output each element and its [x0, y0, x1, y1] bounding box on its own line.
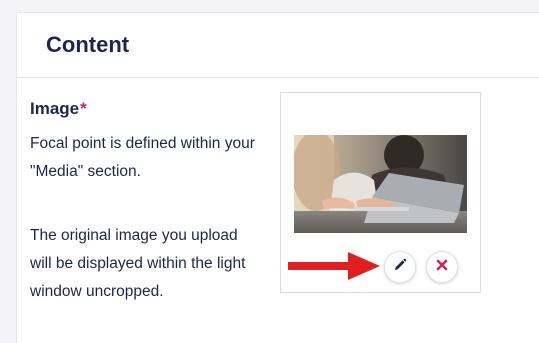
- field-help-text-focal-point: Focal point is defined within your "Medi…: [30, 135, 255, 180]
- field-label-text: Image: [30, 99, 80, 118]
- annotation-arrow-icon: [288, 252, 380, 280]
- edit-image-button[interactable]: [384, 251, 416, 283]
- panel-title: Content: [46, 32, 130, 57]
- remove-image-button[interactable]: [426, 251, 458, 283]
- image-field-label: Image*: [30, 99, 87, 119]
- close-icon: [436, 258, 448, 276]
- pencil-icon: [393, 258, 407, 277]
- required-marker: *: [80, 99, 87, 118]
- field-help-text-original-image: The original image you upload will be di…: [30, 227, 246, 300]
- panel-header: Content: [17, 13, 539, 78]
- image-thumbnail[interactable]: [294, 135, 467, 233]
